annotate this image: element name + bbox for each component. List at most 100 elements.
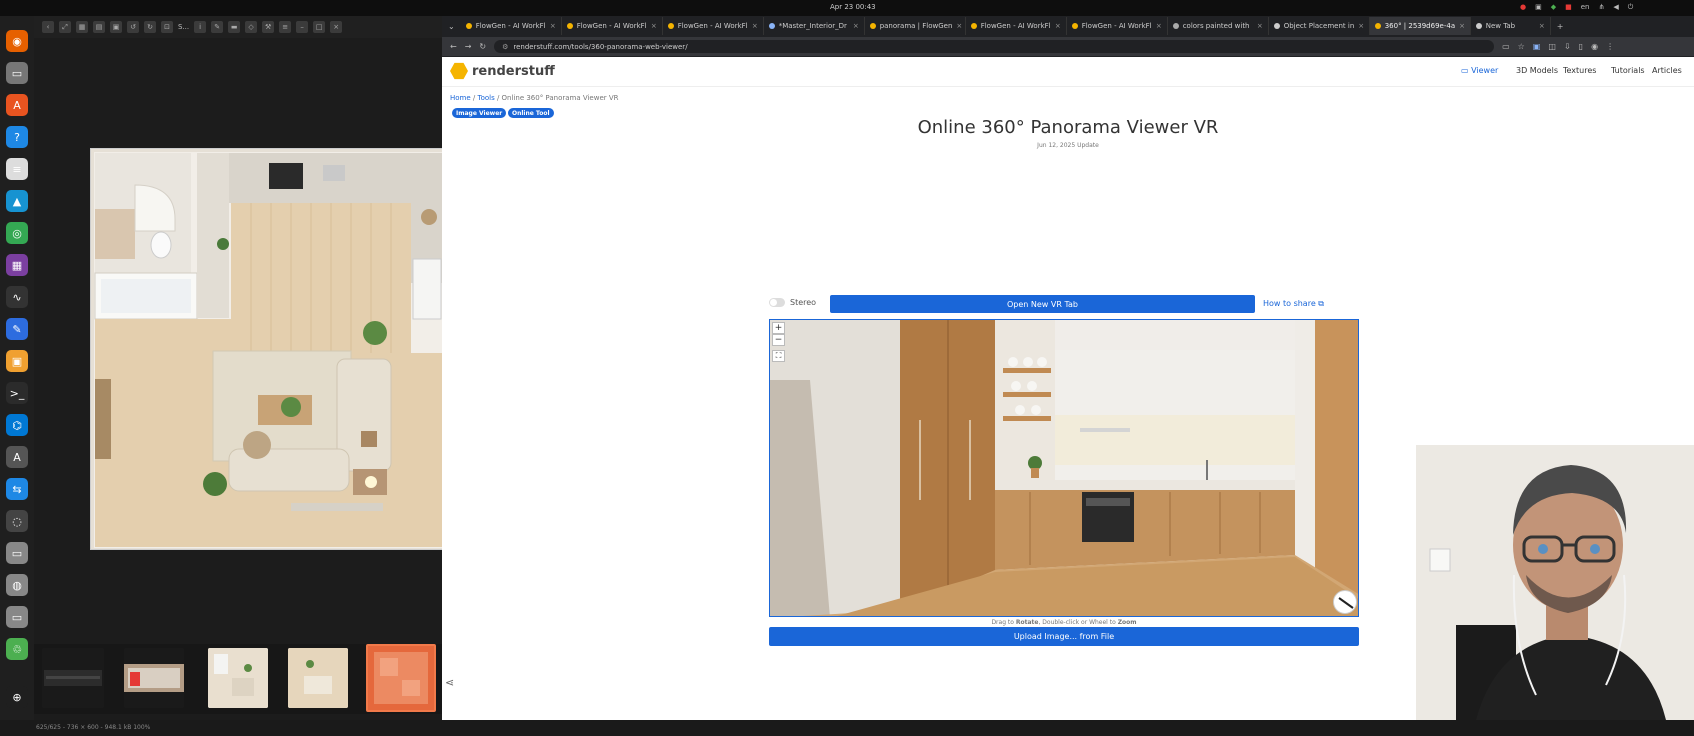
browser-menu-icon[interactable]: ⋮ xyxy=(1606,42,1614,51)
how-to-share-link[interactable]: How to share ⧉ xyxy=(1263,299,1324,309)
tab-close-icon[interactable]: × xyxy=(1459,22,1465,30)
system-tray[interactable]: ● ▣ ◆ ■ en ⋔ ◀ ⏻ xyxy=(1520,3,1633,12)
terminal-icon[interactable]: >_ xyxy=(6,382,28,404)
new-tab-icon[interactable]: + xyxy=(1551,22,1570,31)
screenshot-icon[interactable]: ▣ xyxy=(1535,3,1542,12)
thumbnail-1[interactable] xyxy=(42,648,104,708)
upload-image-button[interactable]: Upload Image... from File xyxy=(769,627,1359,646)
rotate-left-icon[interactable]: ↺ xyxy=(127,21,139,33)
rotate-right-icon[interactable]: ↻ xyxy=(144,21,156,33)
sidepanel-icon[interactable]: ▯ xyxy=(1579,42,1583,51)
image-viewer-icon[interactable]: ▣ xyxy=(6,350,28,372)
extension-icon[interactable]: ▣ xyxy=(1533,42,1541,51)
power-icon[interactable]: ⏻ xyxy=(1628,3,1634,12)
stereo-toggle[interactable]: Stereo xyxy=(769,298,816,307)
maximize-icon[interactable]: □ xyxy=(313,21,326,33)
nav-textures[interactable]: Textures xyxy=(1563,66,1596,75)
tab-close-icon[interactable]: × xyxy=(1539,22,1545,30)
share-icon[interactable]: ⋖ xyxy=(445,676,454,689)
tab-close-icon[interactable]: × xyxy=(1257,22,1263,30)
comment-icon[interactable]: ▬ xyxy=(228,21,241,33)
forward-icon[interactable]: → xyxy=(465,42,472,51)
crop-icon[interactable]: ⊡ xyxy=(161,21,173,33)
record-icon[interactable]: ● xyxy=(1520,3,1526,12)
info-icon[interactable]: i xyxy=(194,21,207,33)
nav-3d-models[interactable]: 3D Models xyxy=(1516,66,1558,75)
reload-icon[interactable]: ↻ xyxy=(479,42,486,51)
bookmark-star-icon[interactable]: ☆ xyxy=(1518,42,1525,51)
panorama-viewer[interactable]: + − ⛶ xyxy=(769,319,1359,617)
system-clock[interactable]: Apr 23 00:43 xyxy=(830,3,876,11)
firefox-icon[interactable]: ◉ xyxy=(6,30,28,52)
thumbnail-4[interactable] xyxy=(288,648,348,708)
renderstuff-logo[interactable]: renderstuff xyxy=(450,62,555,80)
minimize-icon[interactable]: – xyxy=(296,21,309,33)
trash-icon[interactable]: ♲ xyxy=(6,638,28,660)
grid-icon[interactable]: ▦ xyxy=(76,21,88,33)
nav-articles[interactable]: Articles xyxy=(1652,66,1682,75)
thumbnail-2[interactable] xyxy=(124,648,184,708)
fullscreen-toggle-icon[interactable]: ⛶ xyxy=(772,350,785,362)
vscode-icon[interactable]: ⌬ xyxy=(6,414,28,436)
tab-close-icon[interactable]: × xyxy=(1156,22,1162,30)
pencil-icon[interactable]: ✎ xyxy=(211,21,224,33)
browser-tab[interactable]: FlowGen - AI WorkFl × xyxy=(966,17,1067,35)
browser-tab[interactable]: FlowGen - AI WorkFl × xyxy=(562,17,663,35)
browser-tab[interactable]: FlowGen - AI WorkFl × xyxy=(1067,17,1168,35)
app-launcher-icon[interactable]: ⊕ xyxy=(6,686,28,708)
files-icon[interactable]: ▭ xyxy=(6,62,28,84)
menu-icon[interactable]: ≡ xyxy=(279,21,292,33)
browser-tab[interactable]: panorama | FlowGen × xyxy=(865,17,966,35)
open-vr-tab-button[interactable]: Open New VR Tab xyxy=(830,295,1255,313)
install-icon[interactable]: ▭ xyxy=(1502,42,1510,51)
extensions-puzzle-icon[interactable]: ◫ xyxy=(1548,42,1556,51)
tab-close-icon[interactable]: × xyxy=(1055,22,1061,30)
zoom-in-button[interactable]: + xyxy=(772,322,785,334)
tab-close-icon[interactable]: × xyxy=(752,22,758,30)
site-info-icon[interactable]: ⚙ xyxy=(502,43,508,51)
breadcrumb-tools[interactable]: Tools xyxy=(477,94,494,102)
disk-icon[interactable]: ◍ xyxy=(6,574,28,596)
app-center-icon[interactable]: A xyxy=(6,94,28,116)
zoom-out-button[interactable]: − xyxy=(772,334,785,346)
notes-icon[interactable]: ✎ xyxy=(6,318,28,340)
language-indicator[interactable]: en xyxy=(1581,3,1590,12)
list-icon[interactable]: ▤ xyxy=(93,21,105,33)
stereo-switch[interactable] xyxy=(769,298,785,307)
tab-search-icon[interactable]: ⌄ xyxy=(442,22,461,31)
remote-desktop-icon[interactable]: ⇆ xyxy=(6,478,28,500)
tools-icon[interactable]: ⚒ xyxy=(262,21,275,33)
browser-tab[interactable]: New Tab × xyxy=(1471,17,1551,35)
back-icon[interactable]: ← xyxy=(450,42,457,51)
arch-icon[interactable]: ▲ xyxy=(6,190,28,212)
drive2-icon[interactable]: ▭ xyxy=(6,606,28,628)
nav-tutorials[interactable]: Tutorials xyxy=(1611,66,1645,75)
document-icon[interactable]: ≡ xyxy=(6,158,28,180)
tab-close-icon[interactable]: × xyxy=(853,22,859,30)
profile-icon[interactable]: ◉ xyxy=(1591,42,1598,51)
nav-viewer[interactable]: ▭ Viewer xyxy=(1461,66,1498,75)
help-icon[interactable]: ? xyxy=(6,126,28,148)
monitor-icon[interactable]: ∿ xyxy=(6,286,28,308)
address-bar[interactable]: ⚙ renderstuff.com/tools/360-panorama-web… xyxy=(494,40,1495,53)
app-tray-icon[interactable]: ■ xyxy=(1565,3,1572,12)
gallery-icon[interactable]: ▣ xyxy=(110,21,122,33)
browser-tab[interactable]: *Master_Interior_Dr × xyxy=(764,17,865,35)
shield-icon[interactable]: ◆ xyxy=(1551,3,1556,12)
tab-close-icon[interactable]: × xyxy=(550,22,556,30)
browser-tab[interactable]: Object Placement in × xyxy=(1269,17,1370,35)
tag-icon[interactable]: ◇ xyxy=(245,21,258,33)
browser-tab[interactable]: FlowGen - AI WorkFl × xyxy=(461,17,562,35)
app-store-icon[interactable]: A xyxy=(6,446,28,468)
back-icon[interactable]: ‹ xyxy=(42,21,54,33)
browser-tab-active[interactable]: 360° | 2539d69e-4a × xyxy=(1369,17,1471,35)
obs-icon[interactable]: ◌ xyxy=(6,510,28,532)
close-icon[interactable]: × xyxy=(330,21,343,33)
network-icon[interactable]: ⋔ xyxy=(1599,3,1605,12)
compass-icon[interactable] xyxy=(1333,590,1357,614)
volume-icon[interactable]: ◀ xyxy=(1613,3,1618,12)
tab-close-icon[interactable]: × xyxy=(1358,22,1364,30)
tab-close-icon[interactable]: × xyxy=(956,22,962,30)
chrome-icon[interactable]: ◎ xyxy=(6,222,28,244)
thumbnail-5-selected[interactable] xyxy=(366,644,436,712)
